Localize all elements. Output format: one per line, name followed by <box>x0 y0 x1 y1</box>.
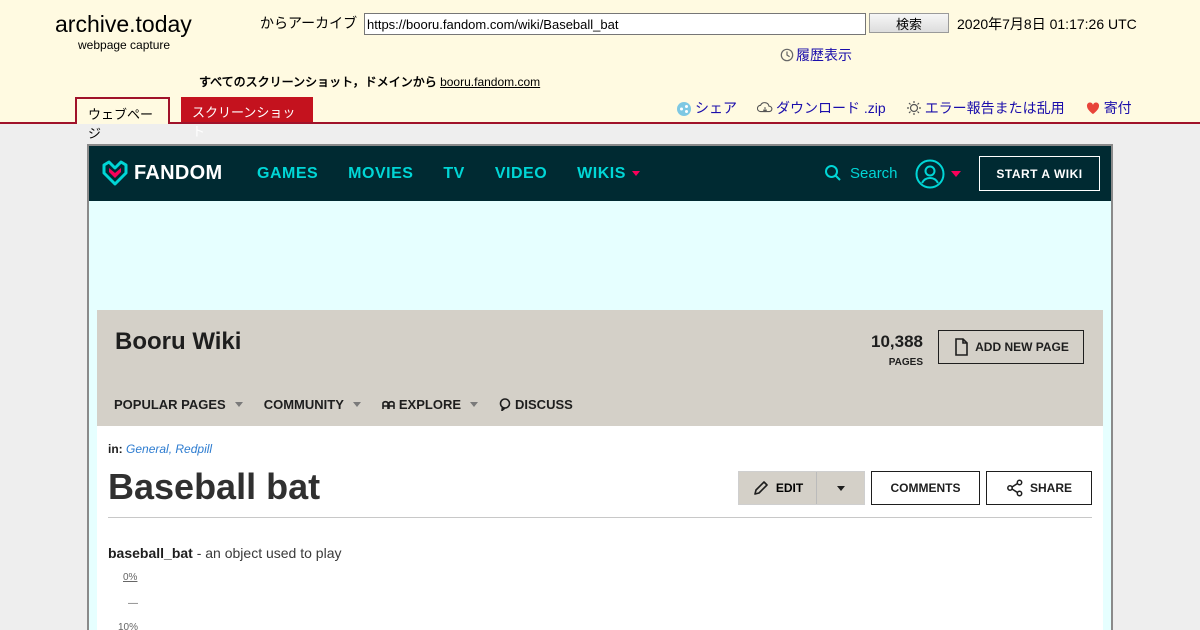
nav-movies[interactable]: MOVIES <box>348 165 413 183</box>
article-definition: - an object used to play <box>192 545 342 561</box>
wiki-nav-discuss[interactable]: DISCUSS <box>499 397 573 412</box>
discuss-icon <box>499 398 511 411</box>
archive-logo[interactable]: archive.today <box>55 11 192 38</box>
explore-icon <box>382 400 395 409</box>
page-add-icon <box>955 338 968 356</box>
archive-url-input[interactable] <box>364 13 866 35</box>
domain-link[interactable]: booru.fandom.com <box>440 75 540 89</box>
caret-down-icon <box>951 171 961 177</box>
wiki-nav-explore-label: EXPLORE <box>398 397 462 412</box>
archive-logo-subtitle: webpage capture <box>78 38 171 52</box>
fandom-logo[interactable]: FANDOM <box>101 159 222 187</box>
tab-screenshot[interactable]: スクリーンショット <box>181 97 313 139</box>
percent-dash: — <box>128 598 138 609</box>
pages-count-label: PAGES <box>888 357 923 368</box>
wiki-nav-popular-pages-label: POPULAR PAGES <box>114 397 226 412</box>
history-link[interactable]: 履歴表示 <box>780 45 852 65</box>
article-content: in: General, Redpill Baseball bat EDIT C… <box>97 426 1103 630</box>
capture-date: 2020年7月8日 01:17:26 UTC <box>957 16 1137 32</box>
page-title: Baseball bat <box>108 466 321 507</box>
fandom-nav-links: GAMES MOVIES TV VIDEO WIKIS <box>257 165 640 183</box>
percent-top-label[interactable]: 0% <box>123 572 137 583</box>
article-description: baseball_bat - an object used to play <box>108 545 341 561</box>
wiki-local-nav: POPULAR PAGES COMMUNITY EXPLORE DISCUSS <box>114 397 573 412</box>
archive-actions: シェア ダウンロード .zip エラー報告または乱用 寄付 <box>676 98 1132 118</box>
report-action[interactable]: エラー報告または乱用 <box>906 98 1065 118</box>
add-new-page-button[interactable]: ADD NEW PAGE <box>938 330 1084 364</box>
fandom-search[interactable]: Search <box>824 164 898 182</box>
heart-icon <box>1086 102 1099 114</box>
share-label: SHARE <box>1029 481 1072 495</box>
tab-webpage[interactable]: ウェブページ <box>75 97 170 141</box>
wiki-nav-community-label: COMMUNITY <box>263 397 344 412</box>
caret-down-icon <box>836 485 845 491</box>
fandom-global-nav: FANDOM GAMES MOVIES TV VIDEO WIKIS Searc… <box>89 146 1111 201</box>
share-label: シェア <box>695 100 737 116</box>
edit-label: EDIT <box>775 481 804 495</box>
nav-wikis: WIKIS <box>577 165 626 182</box>
caret-down-icon <box>234 402 243 407</box>
nav-video[interactable]: VIDEO <box>495 165 547 183</box>
nav-wikis-group[interactable]: WIKIS <box>577 165 640 183</box>
share-action[interactable]: シェア <box>676 98 737 118</box>
caret-down-icon <box>352 402 361 407</box>
wiki-nav-community[interactable]: COMMUNITY <box>264 397 361 412</box>
wiki-nav-discuss-label: DISCUSS <box>515 397 573 412</box>
pencil-icon <box>754 481 768 495</box>
pages-count: 10,388 PAGES <box>847 332 923 370</box>
categories-in-label: in: <box>108 442 123 456</box>
history-label: 履歴表示 <box>796 47 852 63</box>
add-new-page-label: ADD NEW PAGE <box>975 340 1069 354</box>
pages-count-number: 10,388 <box>871 332 923 351</box>
fandom-heart-icon <box>102 160 128 186</box>
nav-games[interactable]: GAMES <box>257 165 318 183</box>
start-wiki-button[interactable]: START A WIKI <box>979 156 1100 191</box>
article-term: baseball_bat <box>108 545 193 561</box>
share-button[interactable]: SHARE <box>986 471 1092 505</box>
nav-tv[interactable]: TV <box>443 165 464 183</box>
archive-from-label: からアーカイブ <box>260 15 358 31</box>
report-label: エラー報告または乱用 <box>924 100 1065 116</box>
clock-icon <box>780 48 794 62</box>
captured-page: FANDOM GAMES MOVIES TV VIDEO WIKIS Searc… <box>87 144 1113 630</box>
donate-label: 寄付 <box>1103 100 1132 116</box>
lightbulb-icon <box>906 101 921 115</box>
wiki-name[interactable]: Booru Wiki <box>115 328 241 356</box>
comments-button[interactable]: COMMENTS <box>871 471 980 505</box>
donate-action[interactable]: 寄付 <box>1085 98 1132 118</box>
archive-header: archive.today webpage capture からアーカイブ 検索… <box>0 0 1200 141</box>
wiki-nav-explore[interactable]: EXPLORE <box>382 397 479 412</box>
download-action[interactable]: ダウンロード .zip <box>757 98 886 118</box>
caret-down-icon <box>470 402 479 407</box>
edit-button[interactable]: EDIT <box>739 472 817 504</box>
all-screenshots-label: すべてのスクリーンショット，ドメインから <box>199 75 437 89</box>
percent-bottom-label: 10% <box>118 622 139 630</box>
avatar-icon <box>915 159 945 189</box>
categories-links[interactable]: General, Redpill <box>126 442 212 456</box>
edit-button-group: EDIT <box>738 471 865 505</box>
caret-down-icon <box>631 171 640 177</box>
categories: in: General, Redpill <box>108 442 212 456</box>
user-menu[interactable] <box>915 159 961 189</box>
all-screenshots-line: すべてのスクリーンショット，ドメインから booru.fandom.com <box>199 73 540 90</box>
share-icon <box>677 102 691 116</box>
search-icon <box>825 165 841 181</box>
edit-dropdown-button[interactable] <box>817 472 864 504</box>
fandom-logo-text: FANDOM <box>134 161 223 184</box>
wiki-header: Booru Wiki 10,388 PAGES ADD NEW PAGE POP… <box>97 310 1103 426</box>
wiki-nav-popular-pages[interactable]: POPULAR PAGES <box>114 397 243 412</box>
cloud-download-icon <box>757 102 773 113</box>
share-icon <box>1007 479 1023 497</box>
archive-search-button[interactable]: 検索 <box>869 13 949 33</box>
search-label: Search <box>850 164 898 182</box>
title-divider <box>108 517 1092 518</box>
download-label: ダウンロード .zip <box>776 100 886 116</box>
